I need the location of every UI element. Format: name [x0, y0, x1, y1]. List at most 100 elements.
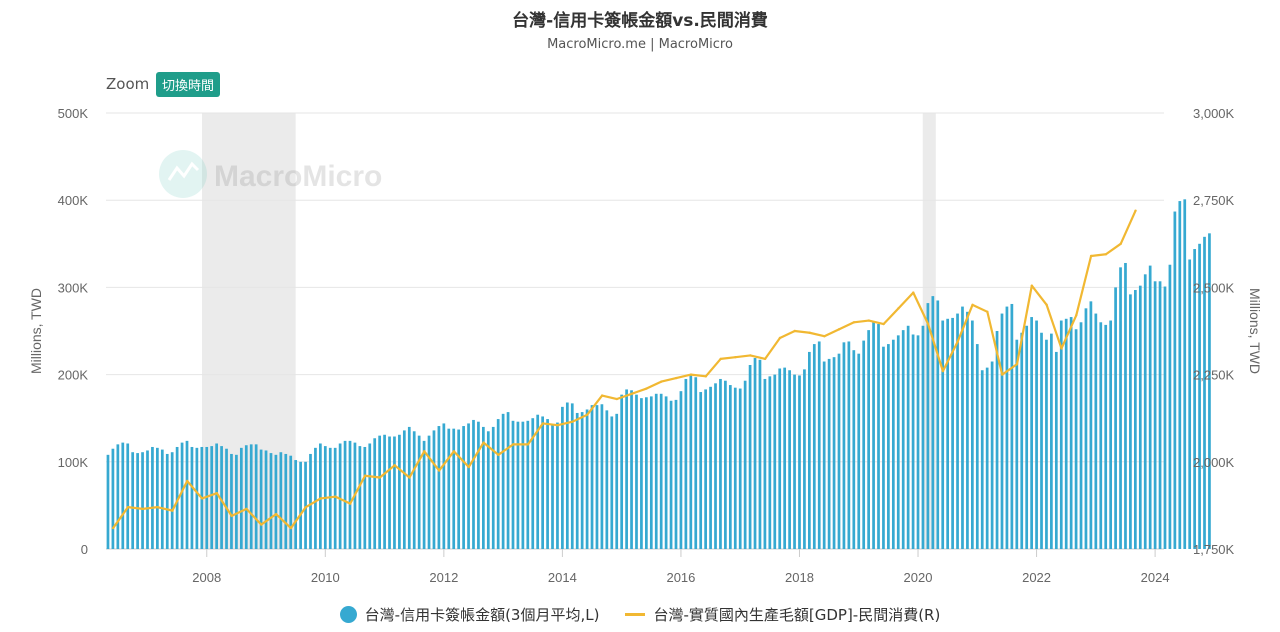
- bar[interactable]: [299, 461, 302, 549]
- bar[interactable]: [1143, 274, 1147, 549]
- bar[interactable]: [635, 394, 638, 549]
- bar[interactable]: [1069, 317, 1073, 549]
- bar[interactable]: [580, 412, 584, 549]
- bar[interactable]: [131, 452, 135, 549]
- bar[interactable]: [378, 435, 381, 549]
- bar[interactable]: [1054, 351, 1058, 549]
- bar[interactable]: [422, 440, 426, 549]
- line-point[interactable]: [245, 507, 248, 511]
- legend-item-consumption[interactable]: 台灣-實質國內生產毛額[GDP]-民間消費(R): [625, 604, 940, 625]
- bar[interactable]: [877, 324, 880, 549]
- bar[interactable]: [116, 444, 120, 549]
- bar[interactable]: [961, 306, 964, 549]
- bar[interactable]: [649, 396, 653, 549]
- bar[interactable]: [254, 444, 258, 549]
- bar[interactable]: [714, 383, 717, 549]
- bar[interactable]: [1124, 262, 1127, 549]
- bar[interactable]: [180, 442, 184, 549]
- bar[interactable]: [506, 412, 510, 549]
- line-point[interactable]: [778, 336, 782, 340]
- bar[interactable]: [536, 414, 540, 549]
- line-point[interactable]: [719, 357, 722, 361]
- bar[interactable]: [1084, 308, 1088, 549]
- bar[interactable]: [121, 442, 125, 549]
- bar[interactable]: [417, 435, 421, 549]
- bar[interactable]: [373, 438, 377, 549]
- bar[interactable]: [289, 455, 293, 549]
- bar[interactable]: [763, 378, 767, 549]
- line-point[interactable]: [749, 354, 752, 357]
- bar[interactable]: [807, 351, 811, 549]
- bar[interactable]: [427, 435, 431, 549]
- line-point[interactable]: [689, 373, 693, 376]
- line-point[interactable]: [1030, 284, 1034, 287]
- bar[interactable]: [1000, 313, 1004, 549]
- bar[interactable]: [388, 436, 391, 549]
- bar[interactable]: [126, 443, 130, 549]
- bar[interactable]: [921, 325, 925, 549]
- bar[interactable]: [1148, 265, 1152, 549]
- bar[interactable]: [185, 440, 189, 549]
- bar[interactable]: [393, 436, 396, 549]
- bar[interactable]: [1099, 322, 1103, 549]
- line-point[interactable]: [274, 512, 278, 516]
- bar[interactable]: [170, 452, 174, 549]
- line-point[interactable]: [837, 328, 841, 331]
- line-point[interactable]: [111, 526, 115, 530]
- line-point[interactable]: [1015, 362, 1019, 366]
- bar[interactable]: [230, 453, 233, 549]
- bar[interactable]: [472, 419, 475, 549]
- bar[interactable]: [343, 440, 347, 549]
- line-point[interactable]: [1045, 303, 1048, 307]
- bar[interactable]: [1133, 290, 1137, 549]
- bar[interactable]: [817, 341, 821, 549]
- bar[interactable]: [348, 440, 352, 549]
- bar[interactable]: [733, 387, 737, 549]
- bar[interactable]: [970, 320, 974, 549]
- bar[interactable]: [1064, 318, 1068, 549]
- bar[interactable]: [1050, 333, 1053, 549]
- bar[interactable]: [832, 357, 836, 549]
- bar[interactable]: [565, 402, 569, 549]
- bar[interactable]: [966, 311, 969, 549]
- bar[interactable]: [590, 405, 594, 549]
- bar[interactable]: [319, 443, 322, 549]
- bar[interactable]: [1074, 329, 1078, 549]
- bar[interactable]: [679, 391, 683, 549]
- bar[interactable]: [486, 431, 490, 549]
- line-point[interactable]: [734, 355, 737, 359]
- bar[interactable]: [743, 380, 747, 549]
- bar[interactable]: [141, 452, 144, 549]
- line-point[interactable]: [334, 495, 337, 498]
- line-point[interactable]: [363, 474, 367, 477]
- bar[interactable]: [1153, 281, 1157, 549]
- bar[interactable]: [294, 460, 298, 549]
- bar[interactable]: [822, 361, 826, 549]
- bar[interactable]: [768, 376, 772, 549]
- line-point[interactable]: [126, 505, 130, 509]
- bar[interactable]: [728, 385, 732, 549]
- bar[interactable]: [585, 409, 589, 549]
- bar[interactable]: [857, 353, 861, 549]
- line-point[interactable]: [393, 464, 396, 467]
- bar[interactable]: [304, 461, 307, 549]
- bar[interactable]: [1089, 301, 1093, 549]
- bar[interactable]: [412, 431, 416, 549]
- bar[interactable]: [1119, 267, 1122, 549]
- line-point[interactable]: [763, 357, 767, 361]
- bar[interactable]: [407, 426, 411, 549]
- bar[interactable]: [526, 420, 530, 549]
- bar[interactable]: [645, 397, 648, 549]
- bar[interactable]: [684, 378, 688, 549]
- bar[interactable]: [521, 421, 525, 549]
- line-point[interactable]: [556, 423, 559, 427]
- bar[interactable]: [447, 428, 451, 549]
- bar[interactable]: [936, 300, 940, 549]
- line-point[interactable]: [378, 476, 382, 479]
- bar[interactable]: [279, 452, 283, 549]
- bar[interactable]: [1030, 317, 1033, 549]
- bar[interactable]: [803, 369, 806, 549]
- line-point[interactable]: [660, 380, 663, 383]
- line-point[interactable]: [1000, 373, 1004, 376]
- bar[interactable]: [457, 429, 461, 549]
